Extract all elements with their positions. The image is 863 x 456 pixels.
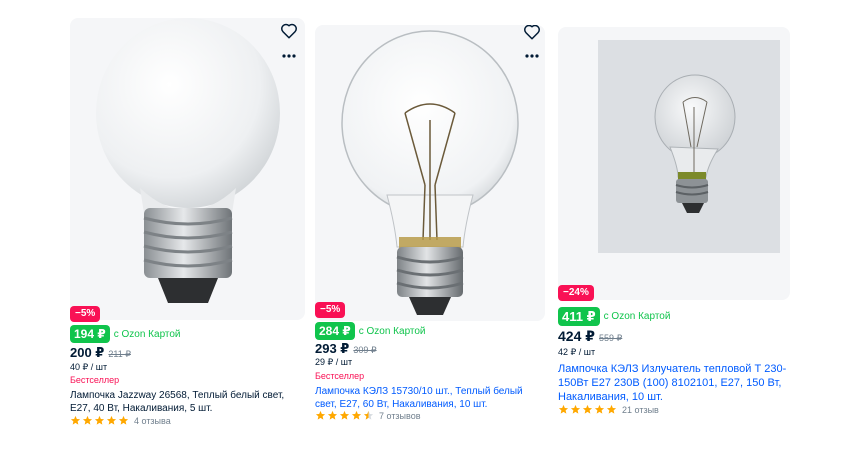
- rating-stars: [70, 415, 130, 426]
- star-icon: [94, 415, 105, 425]
- star-icon: [339, 410, 350, 420]
- old-price: 309 ₽: [353, 345, 377, 355]
- ozon-card-price: 411 ₽ с Ozon Картой: [558, 306, 671, 326]
- ozon-price: 411 ₽: [558, 306, 600, 326]
- rating-stars: [315, 410, 375, 421]
- star-icon: [70, 415, 81, 425]
- reviews-count[interactable]: 21 отзыв: [622, 405, 659, 415]
- rating: 4 отзыва: [70, 415, 171, 426]
- reviews-count[interactable]: 7 отзывов: [379, 411, 421, 421]
- more-dots-icon[interactable]: [524, 53, 540, 59]
- ozon-price: 284 ₽: [315, 322, 355, 340]
- star-icon: [582, 404, 593, 414]
- star-icon: [106, 415, 117, 425]
- ozon-card-price: 194 ₽ с Ozon Картой: [70, 325, 181, 343]
- clear-bulb-photo: [598, 40, 780, 253]
- price-per-unit: 42 ₽ / шт: [558, 347, 596, 357]
- star-icon: [570, 404, 581, 414]
- star-icon: [351, 410, 362, 420]
- product-card[interactable]: −5% 284 ₽ с Ozon Картой 293 ₽ 309 ₽ 29 ₽…: [315, 0, 545, 456]
- discount-badge: −24%: [558, 285, 594, 301]
- old-price: 211 ₽: [108, 349, 131, 359]
- heart-icon[interactable]: [280, 22, 298, 40]
- product-card[interactable]: −24% 411 ₽ с Ozon Картой 424 ₽ 559 ₽ 42 …: [558, 0, 798, 456]
- star-icon: [606, 404, 617, 414]
- rating: 7 отзывов: [315, 410, 421, 421]
- more-dots-icon[interactable]: [281, 53, 297, 59]
- price-row: 293 ₽ 309 ₽: [315, 341, 377, 357]
- discount-badge: −5%: [70, 306, 101, 322]
- price-per-unit: 29 ₽ / шт: [315, 357, 353, 367]
- bestseller-label: Бестселлер: [315, 371, 365, 381]
- reviews-count[interactable]: 4 отзыва: [134, 416, 171, 426]
- ozon-price: 194 ₽: [70, 325, 110, 343]
- product-card[interactable]: −5% 194 ₽ с Ozon Картой 200 ₽ 211 ₽ 40 ₽…: [70, 0, 305, 456]
- ozon-card-label: с Ozon Картой: [113, 328, 181, 340]
- price: 424 ₽: [558, 328, 595, 344]
- star-icon: [315, 410, 326, 420]
- product-title[interactable]: Лампочка КЭЛЗ 15730/10 шт., Теплый белый…: [315, 385, 547, 411]
- price-row: 200 ₽ 211 ₽: [70, 345, 131, 361]
- clear-bulb-image: [341, 30, 519, 315]
- price: 293 ₽: [315, 341, 350, 356]
- star-icon: [82, 415, 93, 425]
- price-row: 424 ₽ 559 ₽: [558, 328, 622, 345]
- star-icon: [558, 404, 569, 414]
- price: 200 ₽: [70, 345, 105, 360]
- product-image[interactable]: [315, 25, 545, 321]
- old-price: 559 ₽: [599, 333, 623, 343]
- ozon-card-price: 284 ₽ с Ozon Картой: [315, 322, 426, 340]
- frosted-bulb-image: [96, 18, 280, 303]
- star-icon: [363, 410, 374, 420]
- star-icon: [327, 410, 338, 420]
- product-title[interactable]: Лампочка КЭЛЗ Излучатель тепловой Т 230-…: [558, 362, 798, 404]
- ozon-card-label: с Ozon Картой: [358, 325, 426, 337]
- star-icon: [594, 404, 605, 414]
- rating-stars: [558, 404, 618, 415]
- product-image[interactable]: [70, 18, 305, 320]
- rating: 21 отзыв: [558, 404, 659, 415]
- ozon-card-label: с Ozon Картой: [603, 310, 671, 322]
- heart-icon[interactable]: [523, 25, 541, 41]
- price-per-unit: 40 ₽ / шт: [70, 362, 108, 372]
- product-title[interactable]: Лампочка Jazzway 26568, Теплый белый све…: [70, 389, 305, 415]
- discount-badge: −5%: [315, 302, 346, 318]
- star-icon: [118, 415, 129, 425]
- product-image[interactable]: [558, 27, 790, 300]
- bestseller-label: Бестселлер: [70, 375, 120, 385]
